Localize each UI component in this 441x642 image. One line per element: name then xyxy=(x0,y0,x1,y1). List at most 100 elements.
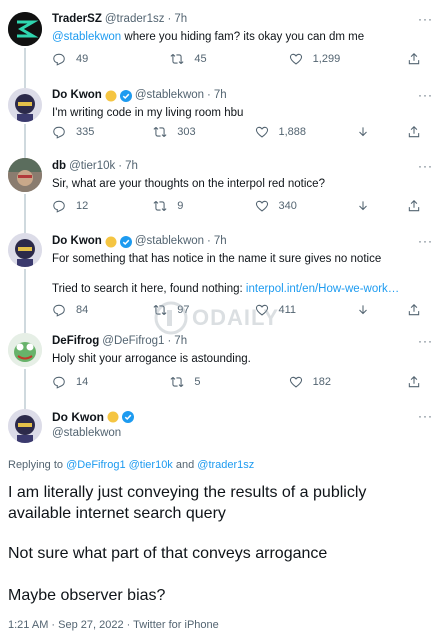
main-author-handle[interactable]: @stablekwon xyxy=(52,425,134,441)
tweet-defifrog[interactable]: DeFifrog @DeFifrog1 · 7h Holy shit your … xyxy=(0,325,441,407)
author-name[interactable]: Do Kwon xyxy=(52,234,102,249)
interpol-link[interactable]: interpol.int/en/How-we-work… xyxy=(246,283,399,295)
tweet-text: Holy shit your arrogance is astounding. xyxy=(52,353,251,365)
author-handle[interactable]: @tier10k xyxy=(69,159,115,174)
more-icon[interactable]: ··· xyxy=(418,334,433,348)
share-icon xyxy=(408,53,420,65)
retweet-button[interactable]: 5 xyxy=(170,375,250,389)
avatar-tier10k[interactable] xyxy=(8,158,42,192)
avatar-trader1sz[interactable] xyxy=(8,12,42,46)
mention-link[interactable]: @stablekwon xyxy=(52,31,121,43)
share-button[interactable] xyxy=(407,375,421,389)
tip-button[interactable] xyxy=(356,303,386,317)
tweet-timestamp[interactable]: 1:21 AM · Sep 27, 2022 · Twitter for iPh… xyxy=(8,619,219,631)
share-button[interactable] xyxy=(407,303,421,317)
like-button[interactable]: 182 xyxy=(289,375,369,389)
author-name[interactable]: db xyxy=(52,159,66,174)
retweet-button[interactable]: 9 xyxy=(153,199,233,213)
more-icon[interactable]: ··· xyxy=(418,234,433,248)
retweet-count: 45 xyxy=(194,53,207,65)
share-button[interactable] xyxy=(407,199,421,213)
thread-line xyxy=(24,150,26,158)
tweet-text: @stablekwon where you hiding fam? its ok… xyxy=(52,31,365,43)
verified-badge-icon xyxy=(122,411,134,423)
author-name[interactable]: Do Kwon xyxy=(52,88,102,103)
share-icon xyxy=(408,126,420,138)
main-author-name[interactable]: Do Kwon xyxy=(52,409,104,425)
main-tweet-paragraph: I am literally just conveying the result… xyxy=(8,484,367,522)
verified-badge-icon xyxy=(119,89,132,102)
tweet-time[interactable]: 7h xyxy=(174,12,187,27)
author-handle[interactable]: @DeFifrog1 xyxy=(102,334,164,349)
share-button[interactable] xyxy=(407,125,421,139)
tip-icon xyxy=(358,305,367,315)
reply-button[interactable]: 335 xyxy=(52,125,132,139)
retweet-button[interactable]: 45 xyxy=(170,52,250,66)
avatar-stablekwon[interactable] xyxy=(8,88,42,122)
reply-icon xyxy=(53,304,65,317)
thread-line xyxy=(24,78,26,88)
like-count: 182 xyxy=(312,376,332,388)
tweet-tier10k[interactable]: db @tier10k · 7h Sir, what are your thou… xyxy=(0,150,441,236)
gold-circle-icon xyxy=(107,411,119,423)
author-name[interactable]: DeFifrog xyxy=(52,334,99,349)
tweet-trader1sz[interactable]: TraderSZ @trader1sz · 7h @stablekwon whe… xyxy=(0,0,441,88)
main-tweet-header: Do Kwon @stablekwon xyxy=(52,409,134,441)
heart-icon xyxy=(255,126,268,138)
separator: · xyxy=(167,335,172,347)
tweet-text-2: Tried to search it here, found nothing: … xyxy=(52,283,400,295)
thread-line xyxy=(24,325,26,333)
retweet-count: 5 xyxy=(194,376,201,388)
separator: · xyxy=(207,235,211,247)
reply-icon xyxy=(53,200,65,213)
tip-icon xyxy=(358,127,367,137)
like-button[interactable]: 1,888 xyxy=(255,125,335,139)
author-handle[interactable]: @stablekwon xyxy=(135,234,204,249)
more-icon[interactable]: ··· xyxy=(418,159,433,173)
avatar-defifrog[interactable] xyxy=(8,333,42,367)
share-icon xyxy=(408,376,420,388)
like-button[interactable]: 1,299 xyxy=(289,52,369,66)
mention-link[interactable]: @DeFifrog1 xyxy=(66,459,125,471)
like-count: 1,888 xyxy=(278,126,307,138)
tip-button[interactable] xyxy=(356,199,386,213)
like-count: 411 xyxy=(278,304,297,316)
author-name[interactable]: TraderSZ xyxy=(52,12,102,27)
tweet-text: Sir, what are your thoughts on the inter… xyxy=(52,178,325,190)
reply-button[interactable]: 84 xyxy=(52,303,132,317)
reply-button[interactable]: 14 xyxy=(52,375,132,389)
share-icon xyxy=(408,200,420,212)
mention-link[interactable]: @trader1sz xyxy=(197,459,254,471)
tweet-text: For something that has notice in the nam… xyxy=(52,253,382,265)
more-icon[interactable]: ··· xyxy=(418,409,433,423)
tweet-time[interactable]: 7h xyxy=(214,234,227,249)
reply-button[interactable]: 49 xyxy=(52,52,132,66)
author-handle[interactable]: @trader1sz xyxy=(105,12,165,27)
tweet-time[interactable]: 7h xyxy=(174,334,187,349)
avatar-stablekwon-main[interactable] xyxy=(8,409,42,443)
gold-circle-icon xyxy=(105,236,117,248)
tweet-stablekwon-1[interactable]: Do Kwon @stablekwon · 7h I'm writing cod… xyxy=(0,78,441,160)
share-button[interactable] xyxy=(407,52,421,66)
tweet-text: I'm writing code in my living room hbu xyxy=(52,107,244,119)
mention-link[interactable]: @tier10k xyxy=(129,459,173,471)
heart-icon xyxy=(289,376,302,388)
retweet-button[interactable]: 303 xyxy=(153,125,233,139)
reply-button[interactable]: 12 xyxy=(52,199,132,213)
tweet-time[interactable]: 7h xyxy=(214,88,227,103)
reply-count: 49 xyxy=(76,53,89,65)
gold-circle-icon xyxy=(105,90,117,102)
tweet-time[interactable]: 7h xyxy=(125,159,138,174)
tip-button[interactable] xyxy=(356,125,386,139)
separator: · xyxy=(207,89,211,101)
retweet-icon xyxy=(170,53,184,65)
more-icon[interactable]: ··· xyxy=(418,12,433,26)
reply-icon xyxy=(53,53,65,66)
avatar-stablekwon[interactable] xyxy=(8,233,42,267)
more-icon[interactable]: ··· xyxy=(418,88,433,102)
author-handle[interactable]: @stablekwon xyxy=(135,88,204,103)
thread-line xyxy=(24,225,26,233)
retweet-icon xyxy=(153,126,167,138)
like-button[interactable]: 340 xyxy=(255,199,335,213)
replying-to: Replying to @DeFifrog1 @tier10k and @tra… xyxy=(8,459,255,471)
